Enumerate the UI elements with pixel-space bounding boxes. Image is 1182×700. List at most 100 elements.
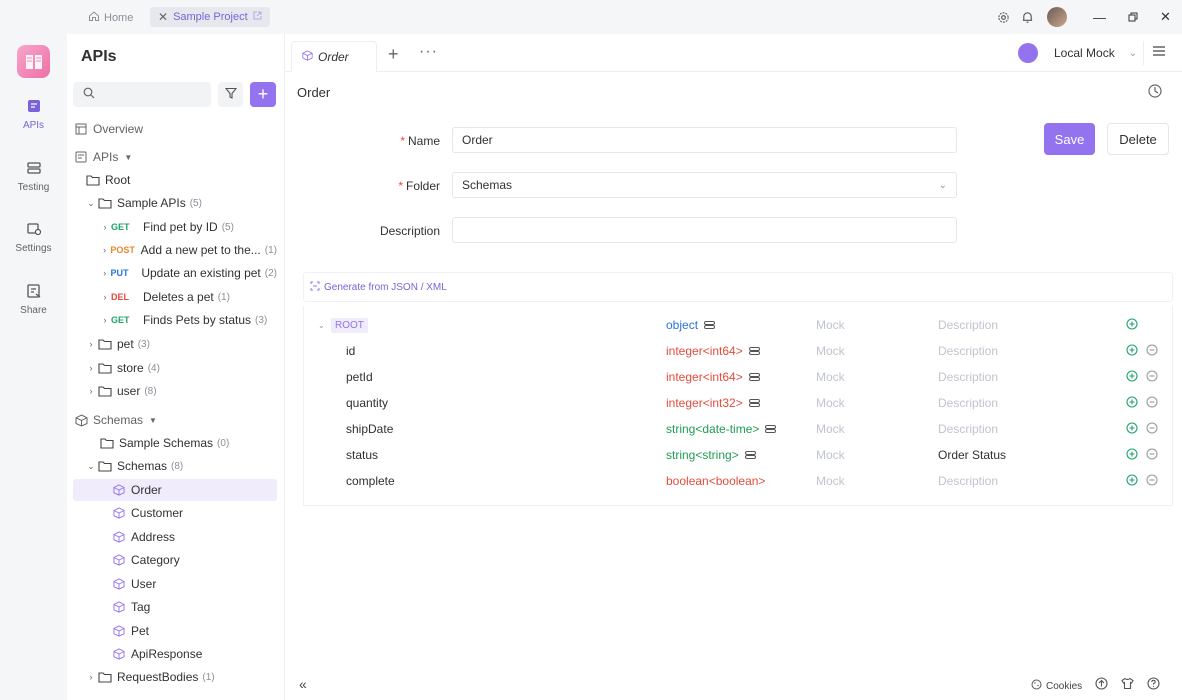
schema-row[interactable]: quantity integer<int32> Mock Description (304, 390, 1174, 416)
endpoint-put-update-pet[interactable]: › PUT Update an existing pet (2) (73, 262, 277, 284)
chevron-right-icon[interactable]: › (99, 245, 110, 255)
tree-item-root[interactable]: Root (73, 169, 277, 191)
bell-icon[interactable] (1015, 0, 1039, 34)
tree-item-overview[interactable]: Overview (73, 118, 277, 140)
add-button[interactable]: + (250, 82, 276, 107)
endpoint-get-pets-by-status[interactable]: › GET Finds Pets by status (3) (73, 309, 277, 331)
chevron-right-icon[interactable]: › (85, 363, 97, 373)
more-icon[interactable]: ··· (419, 43, 438, 61)
description-cell[interactable]: Description (938, 474, 998, 488)
chevron-right-icon[interactable]: › (99, 315, 111, 325)
description-cell[interactable]: Description (938, 344, 998, 358)
description-cell[interactable]: Description (938, 318, 998, 332)
restore-icon[interactable] (1116, 0, 1149, 34)
schema-row[interactable]: complete boolean<boolean> Mock Descripti… (304, 468, 1174, 494)
tree-item-folder-pet[interactable]: › pet (3) (73, 333, 277, 355)
mock-field[interactable]: Mock (816, 318, 845, 332)
close-icon[interactable]: ✕ (158, 10, 168, 24)
add-circle-icon[interactable] (1126, 473, 1138, 489)
field-type[interactable]: object (666, 318, 716, 332)
upload-icon[interactable] (1095, 677, 1108, 693)
endpoint-get-pet-by-id[interactable]: › GET Find pet by ID (5) (73, 216, 277, 238)
field-name[interactable]: shipDate (346, 422, 393, 436)
environment-select[interactable]: Local Mock ⌄ (1048, 41, 1144, 65)
schema-row[interactable]: shipDate string<date-time> Mock Descript… (304, 416, 1174, 442)
tab-order[interactable]: Order (291, 41, 377, 72)
tree-item-sample-apis[interactable]: ⌄ Sample APIs (5) (73, 192, 277, 214)
tree-item-schemas-folder[interactable]: ⌄ Schemas (8) (73, 455, 277, 477)
mock-field[interactable]: Mock (816, 422, 845, 436)
window-close-icon[interactable]: ✕ (1149, 0, 1182, 34)
cookies-button[interactable]: Cookies (1031, 679, 1082, 693)
menu-icon[interactable] (1152, 45, 1166, 60)
link-icon[interactable] (704, 321, 716, 329)
field-type[interactable]: integer<int64> (666, 370, 760, 384)
remove-circle-icon[interactable] (1146, 473, 1158, 489)
delete-button[interactable]: Delete (1107, 123, 1169, 155)
add-circle-icon[interactable] (1126, 447, 1138, 463)
caret-down-icon[interactable]: ▼ (124, 153, 132, 162)
tree-item-request-bodies[interactable]: › RequestBodies (1) (73, 666, 277, 688)
schema-item-tag[interactable]: Tag (73, 596, 277, 618)
generate-from-json-button[interactable]: Generate from JSON / XML (303, 272, 1173, 302)
schema-item-apiresponse[interactable]: ApiResponse (73, 643, 277, 665)
schema-row[interactable]: status string<string> Mock Order Status (304, 442, 1174, 468)
field-name[interactable]: id (346, 344, 355, 358)
tree-item-schemas[interactable]: Schemas ▼ (73, 409, 277, 431)
remove-circle-icon[interactable] (1146, 421, 1158, 437)
save-button[interactable]: Save (1044, 123, 1095, 155)
add-circle-icon[interactable] (1126, 421, 1138, 437)
nav-item-apis[interactable]: APIs (0, 98, 67, 131)
shirt-icon[interactable] (1121, 677, 1134, 693)
environment-icon[interactable] (1018, 43, 1038, 63)
link-icon[interactable] (744, 451, 756, 459)
chevron-right-icon[interactable]: › (85, 339, 97, 349)
chevron-down-icon[interactable]: ⌄ (85, 461, 97, 472)
field-type[interactable]: string<date-time> (666, 422, 777, 436)
folder-select[interactable]: Schemas ⌄ (452, 172, 957, 198)
endpoint-post-add-pet[interactable]: › POST Add a new pet to the... (1) (73, 239, 277, 261)
field-name[interactable]: petId (346, 370, 373, 384)
field-name[interactable]: complete (346, 474, 395, 488)
chevron-right-icon[interactable]: › (99, 222, 111, 232)
field-type[interactable]: string<string> (666, 448, 756, 462)
project-tab[interactable]: ✕ Sample Project (150, 7, 270, 27)
filter-button[interactable] (218, 82, 243, 107)
link-icon[interactable] (765, 425, 777, 433)
description-cell[interactable]: Description (938, 396, 998, 410)
search-box[interactable] (73, 82, 211, 107)
home-tab[interactable]: Home (88, 8, 133, 27)
chevron-right-icon[interactable]: › (85, 386, 97, 396)
chevron-right-icon[interactable]: › (99, 292, 111, 302)
link-icon[interactable] (748, 373, 760, 381)
tree-item-folder-user[interactable]: › user (8) (73, 380, 277, 402)
description-cell[interactable]: Description (938, 370, 998, 384)
history-icon[interactable] (1147, 83, 1163, 102)
schema-item-user[interactable]: User (73, 573, 277, 595)
field-name[interactable]: quantity (346, 396, 388, 410)
mock-field[interactable]: Mock (816, 370, 845, 384)
schema-item-pet[interactable]: Pet (73, 620, 277, 642)
chevron-down-icon[interactable]: ⌄ (318, 321, 325, 330)
tree-item-sample-schemas[interactable]: Sample Schemas (0) (73, 432, 277, 454)
search-input[interactable] (99, 87, 199, 102)
field-type[interactable]: integer<int32> (666, 396, 760, 410)
add-circle-icon[interactable] (1126, 343, 1138, 359)
link-icon[interactable] (748, 347, 760, 355)
schema-item-customer[interactable]: Customer (73, 502, 277, 524)
add-circle-icon[interactable] (1126, 369, 1138, 385)
add-circle-icon[interactable] (1126, 395, 1138, 411)
mock-field[interactable]: Mock (816, 396, 845, 410)
remove-circle-icon[interactable] (1146, 369, 1158, 385)
nav-item-testing[interactable]: Testing (0, 160, 67, 193)
schema-item-category[interactable]: Category (73, 549, 277, 571)
field-type[interactable]: integer<int64> (666, 344, 760, 358)
link-icon[interactable] (748, 399, 760, 407)
chevron-right-icon[interactable]: › (85, 672, 97, 682)
tree-item-apis[interactable]: APIs ▼ (73, 146, 277, 168)
chevron-down-icon[interactable]: ⌄ (85, 198, 97, 209)
remove-circle-icon[interactable] (1146, 395, 1158, 411)
field-type[interactable]: boolean<boolean> (666, 474, 765, 488)
field-name[interactable]: status (346, 448, 378, 462)
nav-item-settings[interactable]: Settings (0, 221, 67, 254)
